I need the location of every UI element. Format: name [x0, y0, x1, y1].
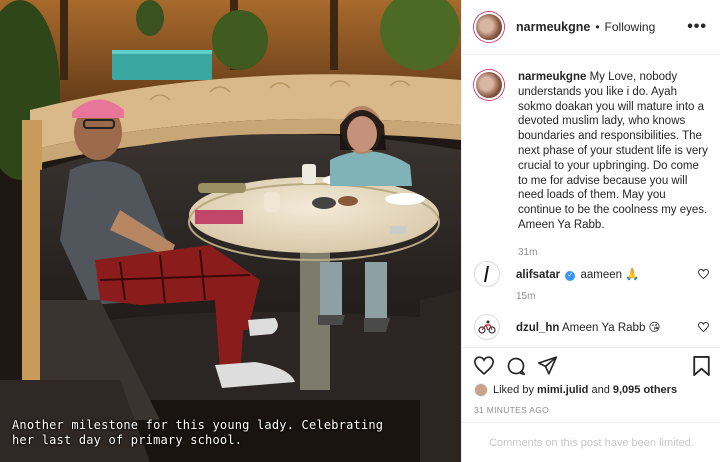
comments-section[interactable]: narmeukgne My Love, nobody understands y… — [462, 56, 720, 346]
likes-count-link[interactable]: 9,095 others — [613, 384, 677, 396]
commenter-avatar[interactable] — [474, 261, 500, 287]
cyclist-icon — [478, 320, 496, 334]
comment-body: Ameen Ya Rabb — [562, 322, 646, 334]
post-header: narmeukgne • Following ••• — [462, 0, 720, 55]
commenter-username[interactable]: dzul_hn — [516, 322, 559, 334]
likes-summary: Liked by mimi.julid and 9,095 others — [474, 383, 677, 397]
comments-limited-notice: Comments on this post have been limited. — [462, 422, 720, 462]
save-bookmark-icon[interactable] — [693, 356, 710, 376]
separator-dot: • — [595, 20, 600, 34]
comment-icon[interactable] — [506, 356, 526, 376]
liker-avatar[interactable] — [474, 383, 488, 397]
likes-prefix: Liked by — [493, 384, 534, 396]
liker-username[interactable]: mimi.julid — [537, 384, 588, 396]
author-avatar[interactable] — [474, 12, 504, 42]
caption-text-block: narmeukgne My Love, nobody understands y… — [518, 70, 708, 233]
post-actions-bar — [462, 347, 720, 387]
like-comment-heart-icon[interactable] — [698, 269, 709, 279]
comment-body: aameen — [580, 269, 623, 281]
caption-username[interactable]: narmeukgne — [518, 71, 586, 83]
stroke-logo-icon — [484, 265, 489, 283]
like-comment-heart-icon[interactable] — [698, 322, 709, 332]
post-side-panel: narmeukgne • Following ••• narmeukgne My… — [461, 0, 720, 462]
commenter-avatar[interactable] — [474, 314, 500, 340]
follow-status-button[interactable]: Following — [605, 20, 656, 34]
comment-timestamp[interactable]: 15m — [516, 291, 535, 302]
comment-text: dzul_hn Ameen Ya Rabb 😘 — [516, 320, 686, 334]
heart-icon[interactable] — [474, 356, 494, 375]
comment-text: alifsatar ✓ aameen 🙏 — [516, 267, 686, 281]
likes-conjunction: and — [591, 384, 610, 396]
caption-timestamp[interactable]: 31m — [518, 247, 537, 258]
share-icon[interactable] — [538, 356, 558, 375]
post-timestamp[interactable]: 31 MINUTES AGO — [474, 405, 549, 415]
commenter-username[interactable]: alifsatar — [516, 269, 560, 281]
caption-body: My Love, nobody understands you like i d… — [518, 71, 708, 231]
post-photo[interactable]: Another milestone for this young lady. C… — [0, 0, 461, 462]
more-options-button[interactable]: ••• — [687, 18, 707, 36]
photo-caption-overlay: Another milestone for this young lady. C… — [12, 418, 452, 448]
caption-author-avatar[interactable] — [474, 70, 504, 100]
photo-caption-line: her last day of primary school. — [12, 433, 243, 447]
restaurant-scene-image — [0, 0, 461, 462]
pray-emoji-icon: 🙏 — [625, 269, 640, 281]
verified-badge-icon: ✓ — [565, 271, 576, 281]
photo-caption-line: Another milestone for this young lady. C… — [12, 418, 384, 432]
author-username[interactable]: narmeukgne — [516, 20, 590, 34]
kiss-emoji-icon: 😘 — [648, 322, 661, 334]
